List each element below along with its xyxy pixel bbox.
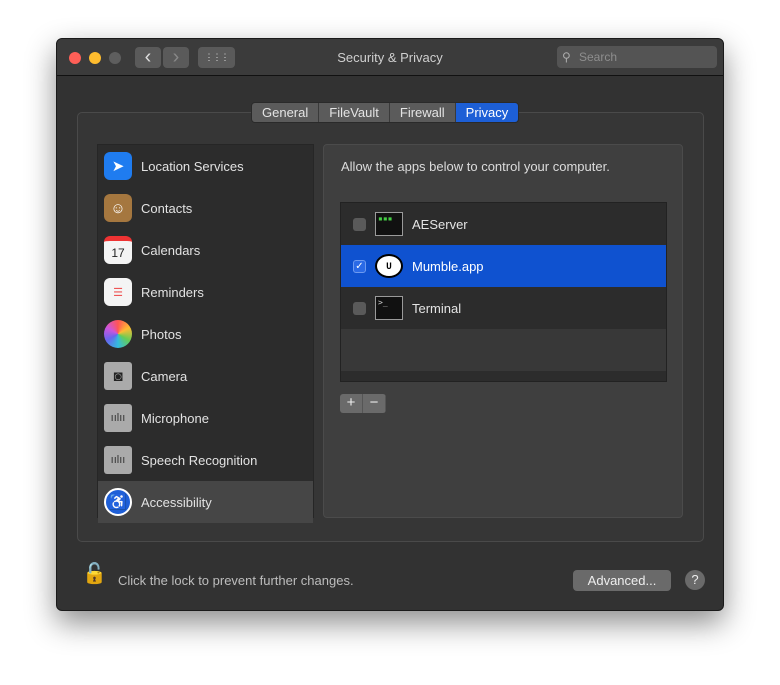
sidebar-item-photos[interactable]: Photos xyxy=(98,313,313,355)
sidebar-item-label: Photos xyxy=(141,326,182,342)
sidebar-item-camera[interactable]: ◙ Camera xyxy=(98,355,313,397)
app-name: AEServer xyxy=(412,216,468,232)
tab-bar: General FileVault Firewall Privacy xyxy=(251,102,520,123)
photos-flower-icon xyxy=(104,320,132,348)
tab-firewall[interactable]: Firewall xyxy=(389,103,456,122)
lock-icon[interactable]: 🔓 xyxy=(82,561,107,591)
title-bar: ‹ › ⋮⋮⋮ Security & Privacy ⚲ Search xyxy=(57,39,723,76)
sidebar-item-location-services[interactable]: ➤ Location Services xyxy=(98,145,313,187)
sidebar-item-calendars[interactable]: 17 Calendars xyxy=(98,229,313,271)
app-list: ▪▪▪ AEServer ✓ U Mumble.app >_ Terminal xyxy=(340,202,667,382)
app-name: Mumble.app xyxy=(412,258,484,274)
speech-waveform-icon: ıılıı xyxy=(104,446,132,474)
accessibility-panel: Allow the apps below to control your com… xyxy=(323,144,683,518)
tab-general[interactable]: General xyxy=(252,103,320,122)
sidebar-item-label: Accessibility xyxy=(141,494,212,510)
accessibility-icon: ♿ xyxy=(104,488,132,516)
sidebar-item-speech-recognition[interactable]: ıılıı Speech Recognition xyxy=(98,439,313,481)
microphone-waveform-icon: ıılıı xyxy=(104,404,132,432)
add-remove-buttons: + − xyxy=(340,394,386,413)
location-arrow-icon: ➤ xyxy=(104,152,132,180)
terminal-icon: >_ xyxy=(375,296,403,320)
sidebar-item-label: Calendars xyxy=(141,242,201,258)
lock-status-text: Click the lock to prevent further change… xyxy=(118,573,354,588)
app-checkbox[interactable] xyxy=(353,301,366,315)
calendar-icon: 17 xyxy=(104,236,132,264)
search-icon: ⚲ xyxy=(562,50,571,64)
reminders-list-icon: ☰ xyxy=(104,278,132,306)
sidebar-item-contacts[interactable]: ☺ Contacts xyxy=(98,187,313,229)
sidebar-item-label: Contacts xyxy=(141,200,193,216)
sidebar-item-microphone[interactable]: ıılıı Microphone xyxy=(98,397,313,439)
advanced-button[interactable]: Advanced... xyxy=(573,570,671,591)
sidebar-item-label: Location Services xyxy=(141,158,244,174)
search-input[interactable]: ⚲ Search xyxy=(557,46,717,68)
app-checkbox[interactable]: ✓ xyxy=(353,259,366,273)
privacy-category-list: ➤ Location Services ☺ Contacts 17 Calendars… xyxy=(97,144,314,523)
sidebar-item-label: Camera xyxy=(141,368,188,384)
aeserver-terminal-icon: ▪▪▪ xyxy=(375,212,403,236)
sidebar-item-label: Reminders xyxy=(141,284,204,300)
panel-description: Allow the apps below to control your com… xyxy=(341,159,610,174)
mumble-icon: U xyxy=(375,254,403,278)
sidebar-item-accessibility[interactable]: ♿ Accessibility xyxy=(98,481,313,523)
app-checkbox[interactable] xyxy=(353,217,366,231)
sidebar-item-reminders[interactable]: ☰ Reminders xyxy=(98,271,313,313)
tab-privacy[interactable]: Privacy xyxy=(455,103,519,122)
remove-app-button[interactable]: − xyxy=(363,394,386,413)
security-privacy-window: ‹ › ⋮⋮⋮ Security & Privacy ⚲ Search Gene… xyxy=(56,38,724,611)
app-row-mumble[interactable]: ✓ U Mumble.app xyxy=(341,245,666,287)
search-placeholder: Search xyxy=(579,50,618,64)
help-button[interactable]: ? xyxy=(685,570,705,590)
app-name: Terminal xyxy=(412,300,462,316)
tab-filevault[interactable]: FileVault xyxy=(319,103,390,122)
contacts-book-icon: ☺ xyxy=(104,194,132,222)
sidebar-item-label: Speech Recognition xyxy=(141,452,258,468)
app-row-aeserver[interactable]: ▪▪▪ AEServer xyxy=(341,203,666,245)
camera-icon: ◙ xyxy=(104,362,132,390)
sidebar-item-label: Microphone xyxy=(141,410,209,426)
add-app-button[interactable]: + xyxy=(340,394,363,413)
app-row-terminal[interactable]: >_ Terminal xyxy=(341,287,666,329)
